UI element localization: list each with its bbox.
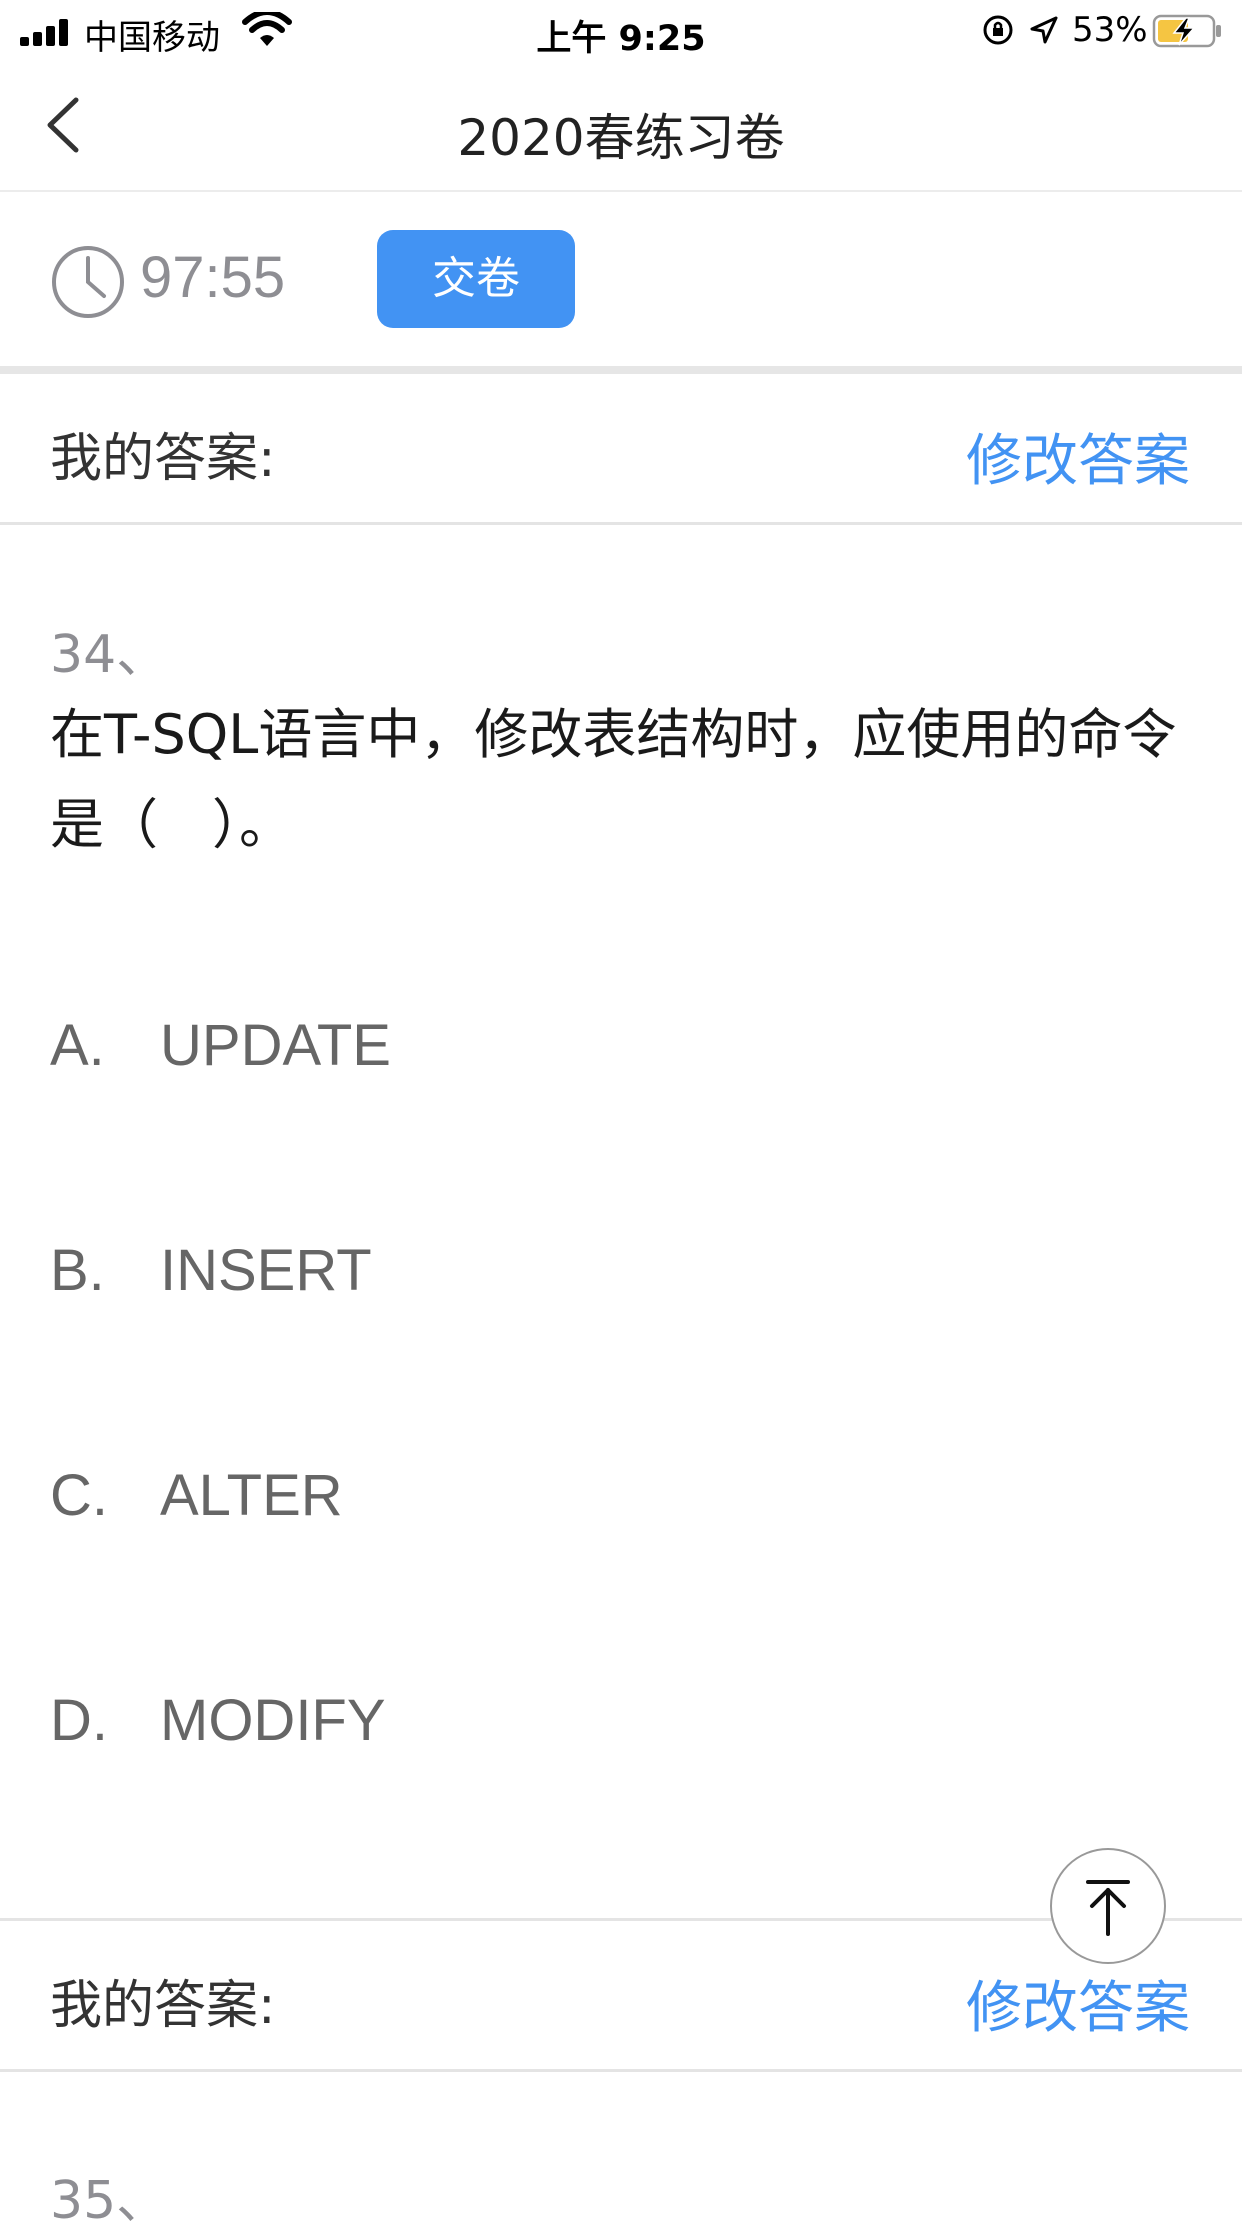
my-answer-label: 我的答案:: [50, 429, 276, 489]
option-text: UPDATE: [160, 1013, 391, 1078]
option-letter: D.: [50, 1688, 108, 1753]
option-text: ALTER: [160, 1463, 343, 1528]
clock-icon: [52, 246, 124, 318]
page-title: 2020春练习卷: [457, 109, 785, 167]
divider: [0, 366, 1242, 374]
timer-countdown: 97:55: [140, 245, 286, 310]
nav-bar: 2020春练习卷: [0, 62, 1242, 192]
modify-answer-link[interactable]: 修改答案: [966, 416, 1190, 497]
option-letter: A.: [50, 1013, 105, 1078]
option-text: MODIFY: [160, 1688, 386, 1753]
question-number: 34、: [50, 625, 169, 685]
location-arrow-icon: [1030, 16, 1058, 44]
question-text: 在T-SQL语言中，修改表结构时，应使用的命令是（ ）。: [50, 703, 1177, 856]
my-answer-label: 我的答案:: [50, 1976, 276, 2036]
option-letter: B.: [50, 1238, 105, 1303]
option-text: INSERT: [160, 1238, 372, 1303]
next-question-number: 35、: [50, 2171, 169, 2231]
modify-answer-link[interactable]: 修改答案: [966, 1963, 1190, 2044]
submit-exam-button[interactable]: 交卷: [377, 230, 575, 328]
option-a[interactable]: A. UPDATE: [50, 1012, 391, 1079]
status-bar: 中国移动 上午 9:25 53%: [0, 0, 1242, 62]
battery-percentage: 53%: [1072, 10, 1148, 50]
timer-bar: 97:55 交卷: [0, 192, 1242, 368]
orientation-lock-icon: [983, 15, 1013, 45]
my-answer-bar: 我的答案: 修改答案: [0, 374, 1242, 525]
scroll-to-top-button[interactable]: [1050, 1848, 1166, 1964]
arrow-to-top-icon: [1086, 1880, 1130, 1936]
option-b[interactable]: B. INSERT: [50, 1237, 372, 1304]
battery-charging-icon: [1152, 14, 1221, 48]
option-c[interactable]: C. ALTER: [50, 1462, 343, 1529]
option-d[interactable]: D. MODIFY: [50, 1687, 386, 1754]
option-letter: C.: [50, 1463, 108, 1528]
